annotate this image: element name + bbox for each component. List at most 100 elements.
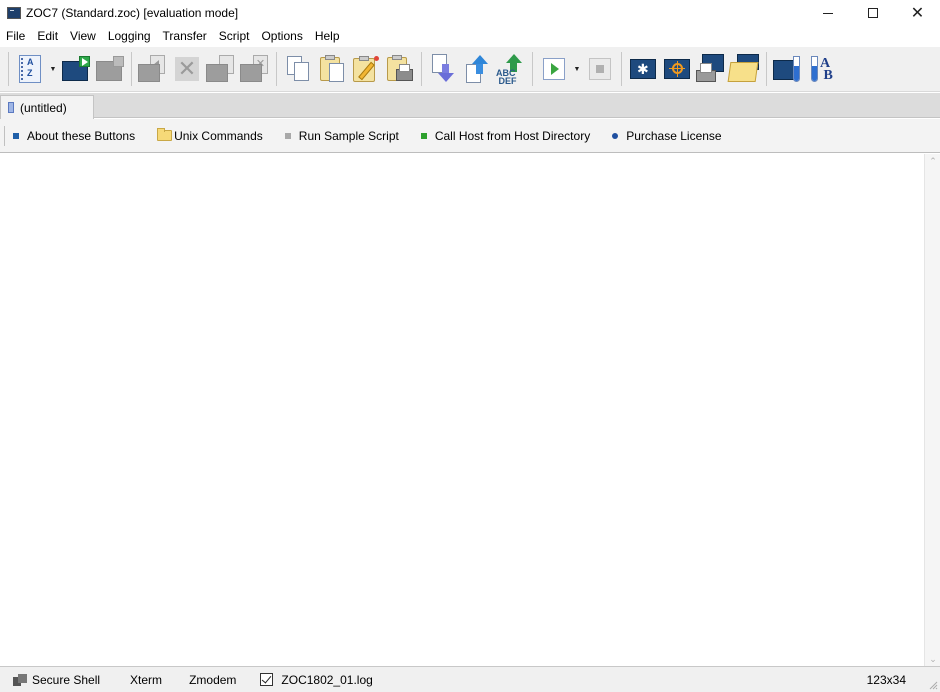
transfer-protocol[interactable]: Zmodem [189,673,236,687]
purchase-license-button[interactable]: Purchase License [612,128,722,143]
toolbar-separator [421,52,422,86]
status-bar: Secure Shell Xterm Zmodem ZOC1802_01.log… [0,666,940,692]
maximize-icon [867,8,878,18]
paste-button[interactable] [315,51,349,87]
menu-options[interactable]: Options [255,29,308,43]
session-tab-strip: (untitled) [0,93,940,119]
print-screen-button[interactable] [694,51,728,87]
toolbar-separator [766,52,767,86]
menu-file[interactable]: File [0,29,31,43]
tab-label: (untitled) [20,100,67,115]
menu-edit[interactable]: Edit [31,29,64,43]
blue-dot-icon [612,132,619,139]
print-clipboard-button[interactable] [383,51,417,87]
crosshair-screen-icon [664,59,690,79]
session-close-icon: ✕ [240,55,270,83]
menu-bar: File Edit View Logging Transfer Script O… [0,26,940,46]
run-script-dropdown[interactable]: ▼ [571,51,583,87]
secure-shell-icon [13,673,27,686]
unix-commands-button[interactable]: Unix Commands [157,128,263,143]
close-icon: ✕ [910,5,925,22]
upload-button[interactable] [460,51,494,87]
connection-type[interactable]: Secure Shell [32,673,100,687]
copy-button[interactable] [281,51,315,87]
session-document-button[interactable] [204,51,238,87]
run-script-button[interactable] [537,51,571,87]
terminal-emulation-button[interactable] [771,51,805,87]
scroll-down-icon[interactable]: ⌄ [928,654,938,664]
toolbar-separator [532,52,533,86]
scroll-up-icon[interactable]: ⌃ [928,156,938,166]
close-button[interactable]: ✕ [895,0,940,26]
upload-icon [464,54,490,84]
menu-help[interactable]: Help [309,29,346,43]
user-button-bar: About these Buttons Unix Commands Run Sa… [0,119,940,153]
host-directory-dropdown[interactable]: ▼ [47,51,59,87]
font-settings-button[interactable]: A B [805,51,839,87]
clipboard-edit-icon [352,55,380,83]
gray-square-icon [284,132,291,139]
title-bar: ZOC7 (Standard.zoc) [evaluation mode] ✕ [0,0,940,26]
vertical-scrollbar[interactable]: ⌃ ⌄ [924,154,940,666]
toolbar-separator [276,52,277,86]
testtube-ab-icon: A B [807,54,837,84]
sparkle-screen-icon: ✱ [630,59,656,79]
close-session-button[interactable]: ✕ [170,51,204,87]
menu-script[interactable]: Script [213,29,256,43]
copy-icon [285,55,311,83]
screen-print-icon [696,54,726,84]
session-doc-icon [206,55,236,83]
button-label: About these Buttons [27,128,136,143]
emulation-type[interactable]: Xterm [130,673,162,687]
toolbar-separator [8,52,9,86]
about-these-buttons-button[interactable]: About these Buttons [13,129,135,143]
terminal-stop-icon [96,56,124,82]
play-icon [543,58,565,80]
menu-view[interactable]: View [64,29,102,43]
run-sample-script-button[interactable]: Run Sample Script [284,129,399,143]
edit-clipboard-button[interactable] [349,51,383,87]
button-label: Unix Commands [174,128,263,143]
toolbar-separator [131,52,132,86]
maximize-button[interactable] [850,0,895,26]
terminal-testtube-icon [773,54,803,84]
terminal-area[interactable] [0,154,924,666]
close-x-icon: ✕ [175,56,199,81]
toolbar: AZ ▼ ✕ ✕ [0,47,940,92]
toolbar-separator [621,52,622,86]
log-file-name: ZOC1802_01.log [281,672,373,687]
log-checkbox[interactable] [260,673,274,686]
tab-untitled[interactable]: (untitled) [0,95,94,119]
minimize-button[interactable] [805,0,850,26]
disconnect-button[interactable] [93,51,127,87]
previous-session-button[interactable] [136,51,170,87]
terminal-size: 123x34 [866,672,906,687]
dropdown-arrow-icon: ▼ [573,65,581,73]
dropdown-arrow-icon: ▼ [49,65,57,73]
log-toggle[interactable]: ZOC1802_01.log [260,672,373,687]
blue-square-icon [13,132,19,139]
call-host-button[interactable]: Call Host from Host Directory [420,129,590,143]
menu-logging[interactable]: Logging [102,29,157,43]
session-back-icon [138,55,168,83]
target-screen-button[interactable] [660,51,694,87]
button-bar-separator [4,125,5,146]
clear-screen-button[interactable]: ✱ [626,51,660,87]
send-text-button[interactable]: ABC DEF [494,51,528,87]
host-directory-button[interactable]: AZ [13,51,47,87]
button-label: Purchase License [626,128,722,143]
screen-folder-icon [727,54,761,84]
resize-grip-icon[interactable] [928,680,938,690]
address-book-icon: AZ [19,55,41,83]
download-icon [430,54,456,84]
app-icon [7,7,21,19]
stop-script-button[interactable] [583,51,617,87]
abc-upload-icon: ABC DEF [496,54,526,86]
close-all-sessions-button[interactable]: ✕ [238,51,272,87]
window-title: ZOC7 (Standard.zoc) [evaluation mode] [26,6,239,20]
open-folder-button[interactable] [727,51,762,87]
menu-transfer[interactable]: Transfer [157,29,213,43]
download-button[interactable] [426,51,460,87]
quick-connect-button[interactable] [59,51,93,87]
window-controls: ✕ [805,0,940,26]
